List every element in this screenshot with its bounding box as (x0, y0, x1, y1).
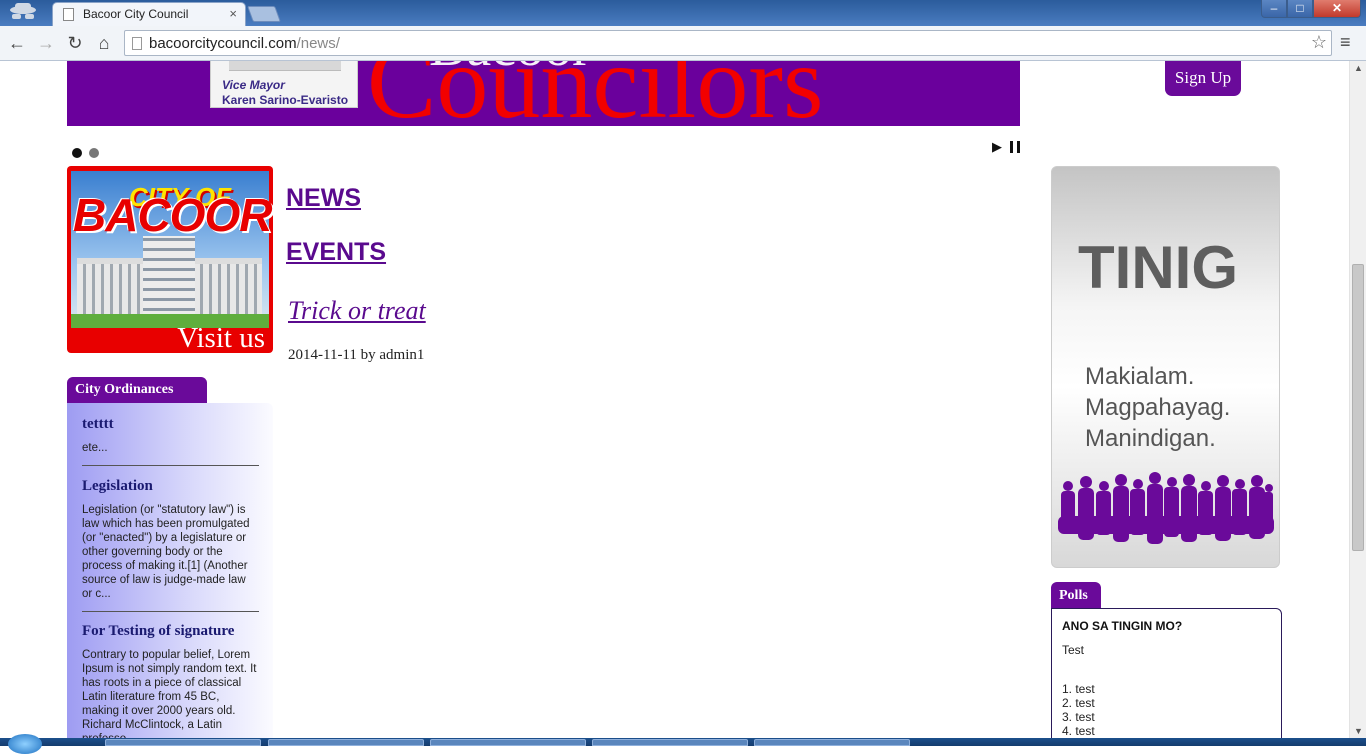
events-link[interactable]: EVENTS (286, 238, 386, 267)
ordinance-excerpt: Legislation (or "statutory law") is law … (82, 504, 250, 600)
polls-heading: Polls (1051, 582, 1101, 609)
tinig-ad[interactable]: TINIG Makialam. Magpahayag. Manindigan. (1051, 166, 1280, 568)
minimize-button[interactable]: – (1261, 0, 1287, 18)
taskbar-item[interactable] (592, 739, 748, 746)
poll-option[interactable]: 3. test (1062, 710, 1095, 724)
councilors-banner: Bacoor Vice Mayor Karen Sarino-Evaristo … (67, 61, 1020, 126)
divider (82, 611, 259, 612)
chrome-menu-icon[interactable]: ≡ (1340, 32, 1351, 53)
ordinance-title[interactable]: Legislation (82, 478, 259, 495)
play-icon[interactable]: ▶ (992, 139, 1002, 155)
ordinance-title[interactable]: For Testing of signature (82, 623, 259, 640)
sign-up-button[interactable]: Sign Up (1165, 61, 1241, 96)
ordinance-item: Legislation Legislation (or "statutory l… (82, 478, 259, 601)
post-title-link[interactable]: Trick or treat (288, 296, 426, 326)
back-arrow-icon[interactable]: ← (6, 32, 28, 54)
vice-mayor-title: Vice Mayor (222, 78, 285, 92)
vice-mayor-name: Karen Sarino-Evaristo (222, 93, 349, 107)
poll-description: Test (1062, 643, 1085, 657)
windows-taskbar (0, 734, 1366, 754)
tinig-title: TINIG (1078, 234, 1238, 301)
ordinance-title[interactable]: tetttt (82, 416, 259, 433)
tinig-line: Makialam. (1085, 363, 1195, 390)
taskbar-item[interactable] (268, 739, 424, 746)
slider-dot-1[interactable] (72, 148, 82, 158)
taskbar-item[interactable] (105, 739, 261, 746)
home-icon[interactable]: ⌂ (93, 32, 115, 54)
slider-dots (72, 145, 106, 163)
post-meta: 2014-11-11 by admin1 (288, 347, 425, 363)
page-icon (63, 8, 74, 21)
ordinance-excerpt: Contrary to popular belief, Lorem Ipsum … (82, 649, 257, 738)
tinig-line: Magpahayag. (1085, 394, 1231, 421)
visit-bacoor-promo[interactable]: CITY OF BACOOR Visit us (67, 166, 273, 353)
banner-heading: Councilors (367, 61, 824, 126)
poll-option[interactable]: 2. test (1062, 696, 1095, 710)
tab-bacoor-city-council[interactable]: Bacoor City Council × (52, 2, 246, 26)
crowd-silhouette-icon (1058, 472, 1274, 544)
tinig-line: Manindigan. (1085, 425, 1216, 452)
bookmark-star-icon[interactable]: ☆ (1311, 32, 1327, 53)
start-button[interactable] (8, 734, 42, 754)
slider-dot-2[interactable] (89, 148, 99, 158)
browser-tab-bar: Bacoor City Council × – □ ✕ (0, 0, 1366, 26)
tab-title: Bacoor City Council (83, 7, 189, 21)
page-viewport: Bacoor Vice Mayor Karen Sarino-Evaristo … (0, 61, 1366, 738)
pause-icon[interactable] (1010, 141, 1020, 153)
page-scrollbar[interactable]: ▲ ▼ (1349, 61, 1366, 738)
ordinance-item: For Testing of signature Contrary to pop… (82, 623, 259, 738)
url-text: bacoorcitycouncil.com/news/ (149, 35, 340, 52)
taskbar-item[interactable] (430, 739, 586, 746)
poll-options: 1. test 2. test 3. test 4. test (1062, 682, 1095, 738)
url-path: /news/ (296, 35, 340, 52)
poll-option[interactable]: 1. test (1062, 682, 1095, 696)
divider (82, 465, 259, 466)
maximize-button[interactable]: □ (1287, 0, 1313, 18)
scroll-down-arrow-icon[interactable]: ▼ (1354, 726, 1363, 736)
incognito-icon (10, 3, 36, 19)
forward-arrow-icon[interactable]: → (35, 32, 57, 54)
news-link[interactable]: NEWS (286, 184, 361, 213)
scrollbar-thumb[interactable] (1352, 264, 1364, 551)
poll-option[interactable]: 4. test (1062, 724, 1095, 738)
ordinance-excerpt: ete... (82, 442, 108, 454)
promo-bacoor: BACOOR (73, 189, 272, 241)
city-ordinances-panel: tetttt ete... Legislation Legislation (o… (67, 403, 273, 738)
ordinance-item: tetttt ete... (82, 416, 259, 455)
scroll-up-arrow-icon[interactable]: ▲ (1354, 63, 1363, 73)
vice-mayor-photo (229, 61, 341, 71)
reload-icon[interactable]: ↻ (64, 32, 86, 54)
url-domain: bacoorcitycouncil.com (149, 35, 297, 52)
promo-visit-us: Visit us (177, 322, 265, 353)
browser-toolbar: ← → ↻ ⌂ bacoorcitycouncil.com/news/ ☆ ≡ (0, 26, 1366, 61)
vice-mayor-card: Vice Mayor Karen Sarino-Evaristo (210, 61, 358, 108)
page-icon (132, 37, 142, 50)
address-bar[interactable]: bacoorcitycouncil.com/news/ ☆ (124, 30, 1332, 56)
taskbar-item[interactable] (754, 739, 910, 746)
city-ordinances-heading: City Ordinances (67, 377, 207, 403)
new-tab-button[interactable] (247, 6, 281, 22)
close-window-button[interactable]: ✕ (1313, 0, 1361, 18)
polls-panel: ANO SA TINGIN MO? Test 1. test 2. test 3… (1051, 608, 1282, 738)
close-tab-icon[interactable]: × (229, 6, 237, 21)
poll-question: ANO SA TINGIN MO? (1062, 619, 1183, 633)
